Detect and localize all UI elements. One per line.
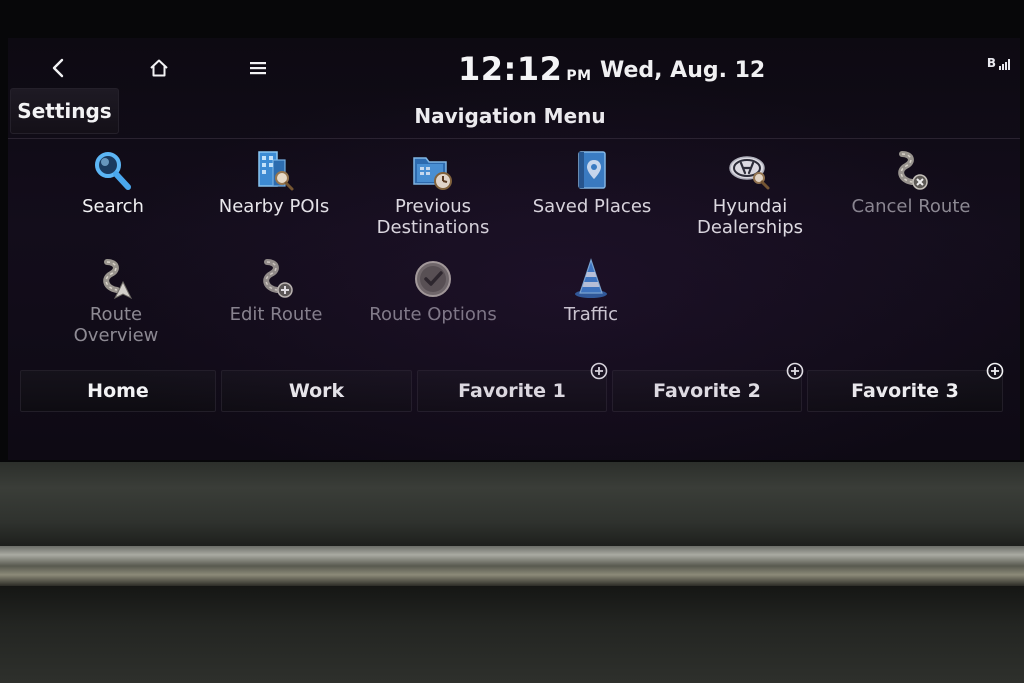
menu-item-label: Route Options (369, 304, 497, 325)
hamburger-menu-icon (250, 62, 266, 75)
date-display: Wed, Aug. 12 (600, 58, 766, 83)
menu-item-label: Traffic (563, 304, 619, 325)
plus-circle-icon (590, 362, 608, 380)
traffic-cone-icon (568, 256, 614, 302)
favorite-2-button[interactable]: Favorite 2 (612, 370, 802, 412)
menu-item-nearby-pois[interactable]: Nearby POIs (194, 148, 354, 256)
chevron-left-icon (52, 58, 64, 78)
menu-item-traffic[interactable]: Traffic (511, 256, 671, 364)
add-favorite-2-button[interactable] (786, 362, 804, 380)
page-title: Navigation Menu (414, 104, 606, 128)
settings-button[interactable]: Settings (10, 88, 119, 134)
favorite-home-button[interactable]: Home (20, 370, 216, 412)
home-icon (150, 59, 168, 77)
favorite-3-button[interactable]: Favorite 3 (807, 370, 1003, 412)
menu-item-label: Nearby POIs (218, 196, 330, 217)
status-bar: 12:12 PM Wed, Aug. 12 B (8, 38, 1020, 96)
home-button[interactable] (139, 48, 179, 88)
status-icons: B (987, 56, 1010, 70)
menu-item-label: Route Overview (36, 304, 196, 346)
folder-clock-icon (410, 148, 456, 194)
map-pin-book-icon (569, 148, 615, 194)
menu-item-previous-destinations[interactable]: Previous Destinations (353, 148, 513, 256)
menu-item-label: Saved Places (532, 196, 652, 217)
label-line-2: Destinations (376, 217, 490, 238)
signal-strength-icon (998, 58, 1010, 70)
menu-button[interactable] (238, 48, 278, 88)
label-line-2: Overview (73, 325, 159, 346)
route-overview-icon (93, 256, 139, 302)
check-circle-icon (410, 256, 456, 302)
bluetooth-indicator: B (986, 56, 996, 70)
menu-item-cancel-route[interactable]: Cancel Route (831, 148, 991, 256)
menu-item-edit-route[interactable]: Edit Route (196, 256, 356, 364)
add-favorite-1-button[interactable] (590, 362, 608, 380)
label-line-1: Route (89, 304, 143, 325)
dashboard-chrome-strip (0, 546, 1024, 586)
route-cancel-icon (888, 148, 934, 194)
menu-item-label: Search (82, 196, 144, 217)
plus-circle-icon (986, 362, 1004, 380)
menu-item-saved-places[interactable]: Saved Places (512, 148, 672, 256)
dashboard-leather-trim (0, 462, 1024, 548)
title-divider (8, 138, 1020, 139)
menu-item-route-overview[interactable]: Route Overview (36, 256, 196, 364)
back-button[interactable] (38, 48, 78, 88)
menu-item-label: Cancel Route (851, 196, 971, 217)
hyundai-logo-search-icon (727, 148, 773, 194)
add-favorite-3-button[interactable] (986, 362, 1004, 380)
clock: 12:12 PM (458, 50, 592, 88)
clock-ampm: PM (566, 68, 592, 84)
infotainment-screen: 12:12 PM Wed, Aug. 12 B Settings Navigati… (8, 38, 1020, 460)
label-line-1: Previous (394, 196, 472, 217)
route-edit-icon (253, 256, 299, 302)
clock-time: 12:12 (458, 50, 563, 88)
search-icon (90, 148, 136, 194)
menu-item-label: Edit Route (229, 304, 323, 325)
menu-item-label: Hyundai Dealerships (670, 196, 830, 238)
menu-item-label: Previous Destinations (353, 196, 513, 238)
label-line-2: Dealerships (696, 217, 804, 238)
favorite-1-button[interactable]: Favorite 1 (417, 370, 607, 412)
label-line-1: Hyundai (712, 196, 788, 217)
menu-item-search[interactable]: Search (33, 148, 193, 256)
menu-item-hyundai-dealerships[interactable]: Hyundai Dealerships (670, 148, 830, 256)
dashboard-lower-trim (0, 586, 1024, 683)
menu-item-route-options[interactable]: Route Options (353, 256, 513, 364)
favorite-work-button[interactable]: Work (221, 370, 412, 412)
plus-circle-icon (786, 362, 804, 380)
building-search-icon (251, 148, 297, 194)
